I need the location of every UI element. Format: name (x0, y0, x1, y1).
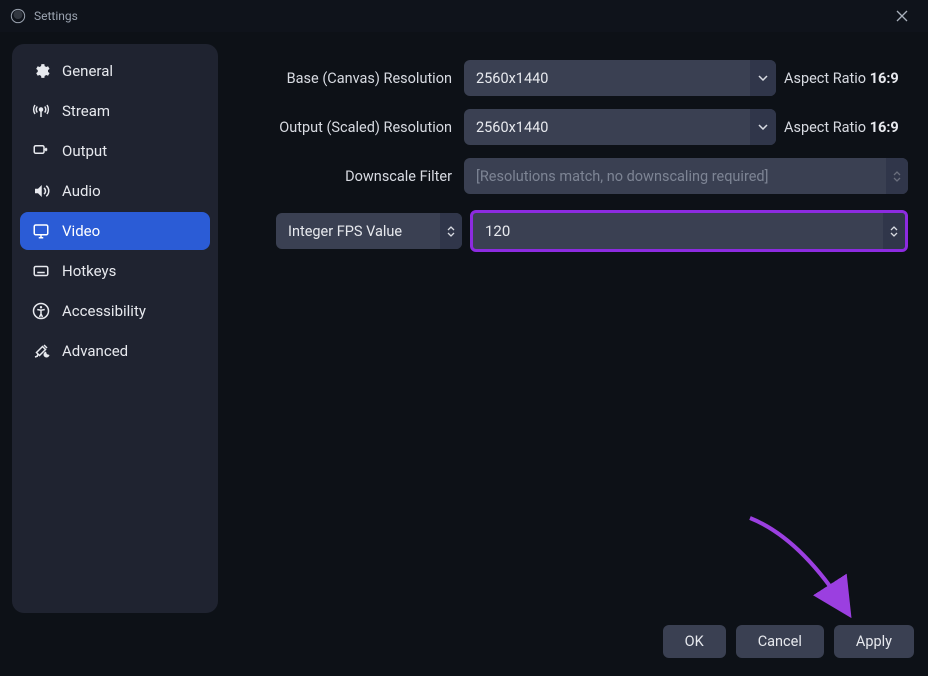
label-output-resolution: Output (Scaled) Resolution (232, 119, 456, 136)
sidebar-item-label: Audio (62, 182, 101, 200)
chevron-down-icon[interactable] (750, 109, 776, 145)
obs-logo-icon (10, 8, 26, 24)
row-output-resolution: Output (Scaled) Resolution 2560x1440 Asp… (232, 109, 908, 145)
gear-icon (32, 62, 50, 80)
content-pane: Base (Canvas) Resolution 2560x1440 Aspec… (232, 44, 916, 613)
ok-button[interactable]: OK (663, 625, 726, 658)
sidebar-item-advanced[interactable]: Advanced (20, 332, 210, 370)
sidebar-item-label: General (62, 62, 113, 80)
sidebar-item-accessibility[interactable]: Accessibility (20, 292, 210, 330)
fps-type-select[interactable]: Integer FPS Value (276, 213, 462, 249)
sidebar-item-hotkeys[interactable]: Hotkeys (20, 252, 210, 290)
label-downscale-filter: Downscale Filter (232, 168, 456, 185)
monitor-icon (32, 222, 50, 240)
keyboard-icon (32, 262, 50, 280)
apply-button[interactable]: Apply (834, 625, 914, 658)
title-bar: Settings (0, 0, 928, 32)
settings-window: Settings General Stream (0, 0, 928, 676)
label-base-resolution: Base (Canvas) Resolution (232, 70, 456, 87)
sidebar-item-general[interactable]: General (20, 52, 210, 90)
sidebar-item-audio[interactable]: Audio (20, 172, 210, 210)
sidebar: General Stream Output Audio (12, 44, 218, 613)
sidebar-item-label: Video (62, 222, 100, 240)
cancel-button[interactable]: Cancel (736, 625, 824, 658)
sidebar-item-label: Stream (62, 102, 110, 120)
output-icon (32, 142, 50, 160)
base-resolution-select[interactable]: 2560x1440 (464, 60, 776, 96)
sidebar-item-output[interactable]: Output (20, 132, 210, 170)
output-resolution-select[interactable]: 2560x1440 (464, 109, 776, 145)
row-downscale-filter: Downscale Filter [Resolutions match, no … (232, 158, 908, 194)
sidebar-item-label: Advanced (62, 342, 128, 360)
sidebar-item-stream[interactable]: Stream (20, 92, 210, 130)
spinner-icon[interactable] (883, 213, 905, 249)
fps-value-input[interactable]: 120 (470, 210, 908, 252)
footer: OK Cancel Apply (0, 613, 928, 676)
antenna-icon (32, 102, 50, 120)
sidebar-item-video[interactable]: Video (20, 212, 210, 250)
tools-icon (32, 342, 50, 360)
sidebar-item-label: Output (62, 142, 107, 160)
downscale-filter-value: [Resolutions match, no downscaling requi… (476, 168, 768, 185)
window-title: Settings (34, 9, 78, 23)
spinner-icon[interactable] (440, 213, 462, 249)
fps-type-value: Integer FPS Value (288, 223, 402, 240)
sidebar-item-label: Hotkeys (62, 262, 116, 280)
base-aspect: Aspect Ratio 16:9 (784, 70, 908, 87)
output-aspect: Aspect Ratio 16:9 (784, 119, 908, 136)
speaker-icon (32, 182, 50, 200)
downscale-filter-select: [Resolutions match, no downscaling requi… (464, 158, 908, 194)
row-base-resolution: Base (Canvas) Resolution 2560x1440 Aspec… (232, 60, 908, 96)
accessibility-icon (32, 302, 50, 320)
row-fps: Integer FPS Value 120 (232, 210, 908, 252)
base-resolution-value: 2560x1440 (476, 70, 548, 87)
close-button[interactable] (882, 0, 922, 32)
output-resolution-value: 2560x1440 (476, 119, 548, 136)
chevron-down-icon[interactable] (750, 60, 776, 96)
spinner-icon (886, 158, 908, 194)
body: General Stream Output Audio (0, 32, 928, 613)
fps-value: 120 (485, 222, 510, 240)
sidebar-item-label: Accessibility (62, 302, 146, 320)
